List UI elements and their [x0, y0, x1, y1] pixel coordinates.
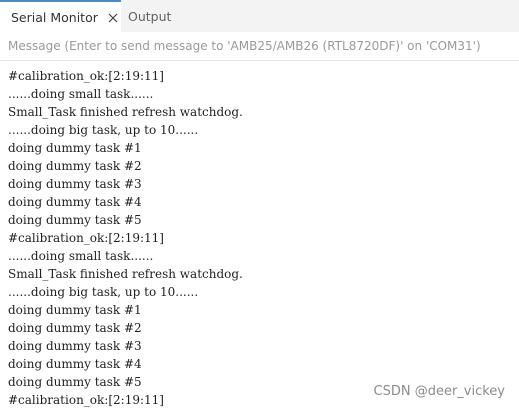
console-line: doing dummy task #1: [8, 303, 142, 317]
console-line: #calibration_ok:[2:19:11]: [8, 69, 164, 83]
console-line: ......doing small task......: [8, 249, 154, 263]
console-line: #calibration_ok:[2:19:11]: [8, 231, 164, 245]
console-line: doing dummy task #5: [8, 213, 142, 227]
message-bar: [0, 32, 519, 61]
console-line: doing dummy task #2: [8, 321, 142, 335]
console-line: doing dummy task #1: [8, 141, 142, 155]
console-line: ......doing big task, up to 10......: [8, 285, 199, 299]
panel-tab-bar: Serial Monitor Output: [0, 0, 519, 32]
console-line: doing dummy task #4: [8, 195, 142, 209]
console-line: doing dummy task #2: [8, 159, 142, 173]
watermark: CSDN @deer_vickey: [373, 384, 505, 399]
tab-output-label: Output: [128, 8, 172, 24]
console-line: Small_Task finished refresh watchdog.: [8, 105, 243, 119]
close-icon[interactable]: [107, 12, 119, 24]
tab-serial-monitor-label: Serial Monitor: [11, 9, 98, 25]
console-line: doing dummy task #3: [8, 177, 142, 191]
tab-serial-monitor[interactable]: Serial Monitor: [0, 0, 121, 32]
console-line: doing dummy task #3: [8, 339, 142, 353]
serial-output-console[interactable]: #calibration_ok:[2:19:11] ......doing sma…: [0, 61, 519, 411]
console-line: doing dummy task #4: [8, 357, 142, 371]
serial-monitor-panel: Serial Monitor Output #calibration_ok:[2…: [0, 0, 519, 411]
console-line: ......doing big task, up to 10......: [8, 123, 199, 137]
console-line: ......doing small task......: [8, 87, 154, 101]
message-input[interactable]: [0, 32, 519, 60]
console-line: Small_Task finished refresh watchdog.: [8, 267, 243, 281]
tab-output[interactable]: Output: [128, 0, 171, 32]
